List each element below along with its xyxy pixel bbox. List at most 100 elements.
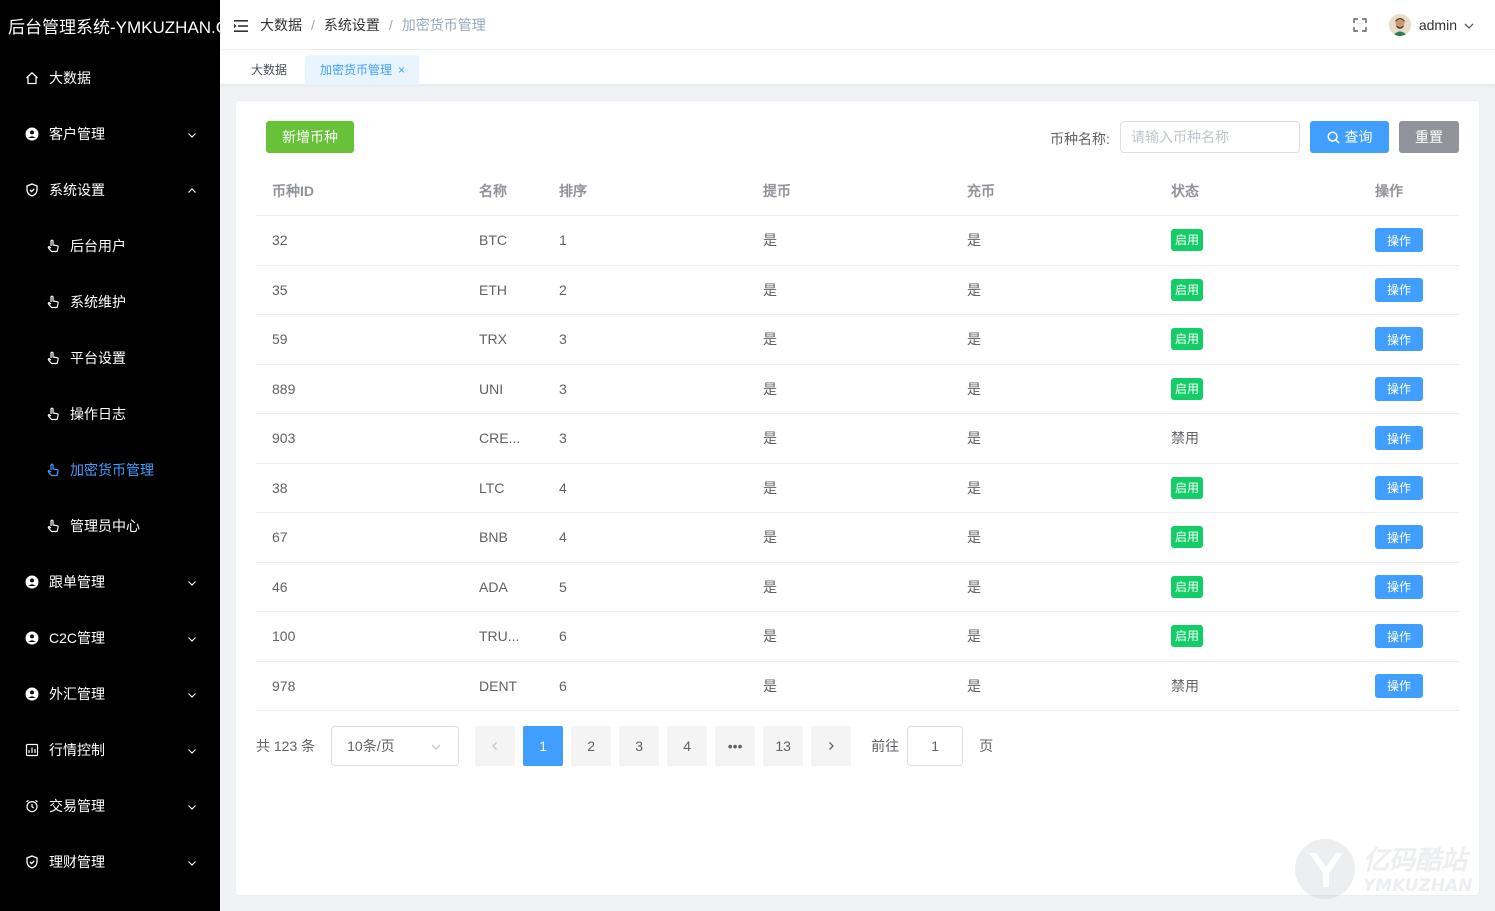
sidebar-item[interactable]: 操作日志	[0, 386, 220, 442]
status-cell: 禁用	[1171, 662, 1199, 711]
withdraw-flag: 是	[763, 578, 777, 595]
operate-button[interactable]: 操作	[1375, 574, 1423, 599]
status-cell: 启用	[1171, 513, 1204, 562]
status-cell: 启用	[1171, 464, 1204, 513]
operate-button[interactable]: 操作	[1375, 277, 1423, 302]
sidebar-item[interactable]: C2C管理	[0, 610, 220, 666]
currency-name: BTC	[479, 232, 507, 249]
tag-crypto-management[interactable]: 加密货币管理 ×	[305, 55, 420, 85]
header-right: admin	[1353, 0, 1495, 50]
operate-button[interactable]: 操作	[1375, 624, 1423, 649]
search-label: 币种名称:	[1050, 131, 1110, 147]
sort-order: 6	[559, 628, 567, 645]
sidebar-item[interactable]: 大数据	[0, 50, 220, 106]
deposit-flag: 是	[967, 430, 981, 447]
status-cell: 启用	[1171, 216, 1204, 265]
fullscreen-icon[interactable]	[1353, 18, 1367, 32]
column-header: 充币	[967, 182, 995, 199]
next-page-button[interactable]	[811, 726, 852, 766]
operate-button[interactable]: 操作	[1375, 475, 1423, 500]
page-number-button[interactable]: 2	[571, 726, 612, 766]
operate-button[interactable]: 操作	[1375, 228, 1423, 253]
close-icon[interactable]: ×	[398, 63, 405, 77]
sidebar-item[interactable]: 加密货币管理	[0, 442, 220, 498]
tag-dashboard[interactable]: 大数据	[236, 55, 302, 85]
sidebar-item[interactable]: 后台用户	[0, 218, 220, 274]
hand-pointer-icon	[46, 407, 60, 421]
sidebar-item[interactable]: 行情控制	[0, 722, 220, 778]
sidebar-item[interactable]: 理财管理	[0, 834, 220, 890]
page-number-button[interactable]: 4	[667, 726, 708, 766]
app-title: 后台管理系统-YMKUZHAN.COM	[8, 17, 220, 37]
operate-button[interactable]: 操作	[1375, 327, 1423, 352]
reset-button[interactable]: 重置	[1399, 121, 1459, 153]
search-input[interactable]	[1120, 121, 1300, 153]
sidebar-item-label: 交易管理	[49, 798, 105, 814]
status-cell: 启用	[1171, 266, 1204, 315]
sort-order: 3	[559, 380, 567, 397]
app-logo: 后台管理系统-YMKUZHAN.COM	[0, 0, 220, 50]
sidebar-item[interactable]: 系统设置	[0, 162, 220, 218]
table-row: 67 BNB 4 是 是 启用 操作	[256, 513, 1459, 563]
avatar[interactable]	[1388, 14, 1411, 36]
sidebar-item[interactable]: 平台设置	[0, 330, 220, 386]
withdraw-flag: 是	[763, 331, 777, 348]
query-button[interactable]: 查询	[1310, 121, 1389, 153]
operate-button[interactable]: 操作	[1375, 525, 1423, 550]
sidebar-item[interactable]: 跟单管理	[0, 554, 220, 610]
currency-name: CRE...	[479, 430, 521, 447]
breadcrumb-separator: /	[311, 16, 315, 33]
sort-order: 2	[559, 281, 567, 298]
sidebar-item-label: 大数据	[49, 70, 91, 86]
page-size-value: 10条/页	[347, 738, 395, 754]
action-cell: 操作	[1375, 315, 1423, 364]
currency-id: 32	[272, 232, 288, 249]
watermark-logo: 亿码酷站 YMKUZHAN	[1293, 837, 1479, 901]
sidebar-item[interactable]: 系统维护	[0, 274, 220, 330]
currency-id: 46	[272, 578, 288, 595]
status-badge: 禁用	[1171, 677, 1199, 694]
breadcrumb-item[interactable]: 系统设置	[324, 15, 380, 35]
status-cell: 启用	[1171, 563, 1204, 612]
sidebar-item[interactable]: 外汇管理	[0, 666, 220, 722]
sidebar-item[interactable]: 客户管理	[0, 106, 220, 162]
currency-id: 67	[272, 529, 288, 546]
page-number-button[interactable]: 1	[523, 726, 564, 766]
action-cell: 操作	[1375, 365, 1423, 414]
table-row: 35 ETH 2 是 是 启用 操作	[256, 266, 1459, 315]
breadcrumb-item[interactable]: 大数据	[260, 15, 302, 35]
prev-page-button[interactable]	[475, 726, 516, 766]
operate-button[interactable]: 操作	[1375, 376, 1423, 401]
sidebar-item-label: 系统设置	[49, 182, 105, 198]
page-number-button[interactable]: 3	[619, 726, 660, 766]
chevron-down-icon	[186, 800, 198, 812]
username[interactable]: admin	[1419, 17, 1457, 33]
sidebar-item-label: 管理员中心	[70, 518, 140, 534]
svg-text:YMKUZHAN: YMKUZHAN	[1363, 876, 1473, 896]
currency-id: 59	[272, 331, 288, 348]
chevron-down-icon	[186, 856, 198, 868]
sidebar-item-label: C2C管理	[49, 630, 106, 646]
goto-suffix: 页	[979, 738, 994, 754]
operate-button[interactable]: 操作	[1375, 426, 1423, 451]
operate-button[interactable]: 操作	[1375, 673, 1423, 698]
goto-page-input[interactable]	[907, 726, 964, 766]
page-number-button[interactable]: 13	[763, 726, 804, 766]
pagination: 共 123 条 10条/页 1234•••13 前往 页	[256, 726, 993, 766]
sidebar-item[interactable]: 交易管理	[0, 778, 220, 834]
page-size-select[interactable]: 10条/页	[331, 726, 460, 766]
chevron-down-icon[interactable]	[1463, 19, 1475, 31]
add-currency-button[interactable]: 新增币种	[266, 121, 354, 153]
page-list: 1 2 3 4 ••• 13	[523, 726, 811, 766]
sidebar-item[interactable]: 管理员中心	[0, 498, 220, 554]
more-pages-button[interactable]: •••	[715, 726, 756, 766]
currency-id: 38	[272, 479, 288, 496]
action-cell: 操作	[1375, 612, 1423, 661]
sidebar-menu: 大数据客户管理系统设置后台用户 系统维护 平台设置 操作日志 加密货币管理管理员中心跟单…	[0, 50, 220, 890]
hand-pointer-icon	[46, 463, 60, 477]
status-badge: 启用	[1171, 377, 1204, 400]
status-cell: 启用	[1171, 612, 1204, 661]
sidebar-item-label: 行情控制	[49, 742, 105, 758]
hamburger-icon[interactable]	[234, 19, 248, 32]
sidebar: 后台管理系统-YMKUZHAN.COM 大数据客户管理系统设置后台用户系统维护平…	[0, 0, 220, 911]
